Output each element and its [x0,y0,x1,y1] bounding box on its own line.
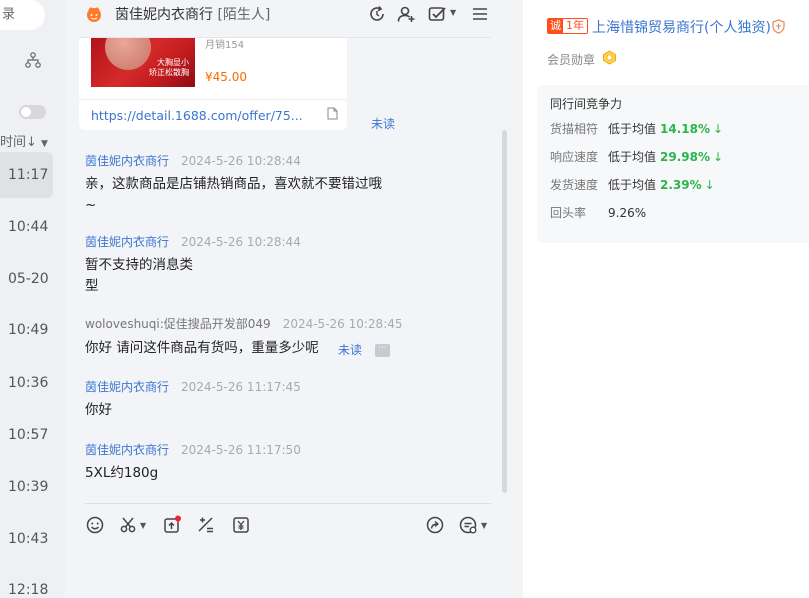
company-name[interactable]: 上海惜锦贸易商行(个人独资) [592,17,771,37]
login-tab[interactable]: 录 [0,0,45,30]
unread-label: 未读 [371,117,396,131]
refresh-icon[interactable] [367,4,387,24]
sort-by-time[interactable]: 时间↓ ▼ [0,131,48,150]
message-text: 5XL约180g [85,465,159,481]
product-sales: 月销154 [205,40,245,51]
competitiveness-box: 同行间竞争力 货描相符 低于均值 14.18% ↓ 响应速度 低于均值 29.98% ↓ 发… [537,85,809,243]
screenshot-dropdown-icon[interactable]: ▼ [140,521,146,530]
quick-reply-icon[interactable] [458,515,478,535]
message-sender[interactable]: 茵佳妮内衣商行 [85,235,169,249]
down-arrow-icon: ↓ [704,178,715,192]
chat-scrollbar[interactable] [502,130,507,493]
price-icon[interactable] [231,515,251,535]
trust-pass-badge: 诚 1年 [547,18,588,34]
metric-row: 货描相符 低于均值 14.18% ↓ [550,122,724,136]
message-header: 茵佳妮内衣商行 2024-5-26 10:28:44 [85,152,301,169]
message-time: 2024-5-26 10:28:44 [181,154,301,168]
share-icon[interactable] [425,515,445,535]
add-user-icon[interactable] [396,4,416,24]
metric-row: 发货速度 低于均值 2.39% ↓ [550,178,715,192]
document-icon[interactable] [327,107,338,120]
session-item[interactable]: 10:44 [0,204,53,250]
session-item-active[interactable]: 11:17 [0,152,53,198]
session-item[interactable]: 10:49 [0,307,53,353]
message-time: 2024-5-26 11:17:45 [181,380,301,394]
task-check-icon[interactable] [427,4,447,24]
input-divider [85,503,491,504]
metric-row: 响应速度 低于均值 29.98% ↓ [550,150,724,164]
session-list: 录 时间↓ ▼ 11:17 10:44 05-20 10:49 10:36 10… [0,0,65,598]
session-item[interactable]: 10:57 [0,412,53,458]
quick-reply-dropdown-icon[interactable]: ▼ [481,521,487,530]
product-card[interactable]: 大胸显小 矫正松散胸 月销154 ¥45.00 https://detail.16… [79,38,347,130]
message-sender[interactable]: 茵佳妮内衣商行 [85,443,169,457]
message-sender[interactable]: woloveshuqi:促佳搜品开发部049 [85,317,271,331]
message-header: 茵佳妮内衣商行 2024-5-26 10:28:44 [85,233,301,250]
more-icon[interactable]: ··· [375,344,390,357]
shop-logo-icon [87,7,101,22]
scissors-icon[interactable] [119,515,139,535]
upload-icon[interactable] [162,515,182,535]
message-sender[interactable]: 茵佳妮内衣商行 [85,380,169,394]
down-arrow-icon: ↓ [713,122,724,136]
filter-toggle[interactable] [19,105,46,119]
message-header: woloveshuqi:促佳搜品开发部049 2024-5-26 10:28:45 [85,315,403,332]
session-item[interactable]: 10:39 [0,464,53,510]
calculator-icon[interactable] [196,515,216,535]
message-time: 2024-5-26 11:17:50 [181,443,301,457]
message-header: 茵佳妮内衣商行 2024-5-26 11:17:45 [85,378,301,395]
competitiveness-title: 同行间竞争力 [550,97,623,111]
message-sender[interactable]: 茵佳妮内衣商行 [85,154,169,168]
chat-header: 茵佳妮内衣商行 [陌生人] ▼ [65,0,511,30]
org-chart-icon[interactable] [25,52,41,68]
shop-info-panel: 诚 1年 上海惜锦贸易商行(个人独资) 会员勋章 同行间竞争力 货描相符 低于均值 1… [523,0,809,598]
chat-title: 茵佳妮内衣商行 [陌生人] [115,7,271,23]
emoji-icon[interactable] [85,515,105,535]
message-time: 2024-5-26 10:28:45 [282,317,403,331]
down-arrow-icon: ↓ [713,150,724,164]
chat-panel: 茵佳妮内衣商行 [陌生人] ▼ 大胸显小矫正松散胸 月销154 ¥45.00 [65,0,511,598]
message-header: 茵佳妮内衣商行 2024-5-26 11:17:50 [85,441,301,458]
session-item[interactable]: 12:18 [0,567,53,598]
task-dropdown-icon[interactable]: ▼ [450,8,456,17]
message-text: 亲，这款商品是店铺热销商品，喜欢就不要错过哦 ~ [85,176,382,213]
session-item[interactable]: 05-20 [0,256,53,302]
product-price: ¥45.00 [205,70,247,84]
session-item[interactable]: 10:36 [0,360,53,406]
session-item[interactable]: 10:43 [0,516,53,562]
product-image[interactable]: 大胸显小 矫正松散胸 [91,38,195,87]
message-time: 2024-5-26 10:28:44 [181,235,301,249]
message-text: 你好 请问这件商品有货吗，重量多少呢 [85,340,319,356]
message-text: 你好 [85,402,112,418]
medal-icon[interactable] [602,50,617,65]
metric-row: 回头率 9.26% [550,206,647,220]
medal-label: 会员勋章 [547,53,596,67]
guarantee-icon [772,19,785,34]
unread-label: 未读 [338,343,363,357]
menu-icon[interactable] [470,4,490,24]
product-link[interactable]: https://detail.1688.com/offer/75... [91,108,303,123]
message-text: 暂不支持的消息类 型 [85,257,193,294]
